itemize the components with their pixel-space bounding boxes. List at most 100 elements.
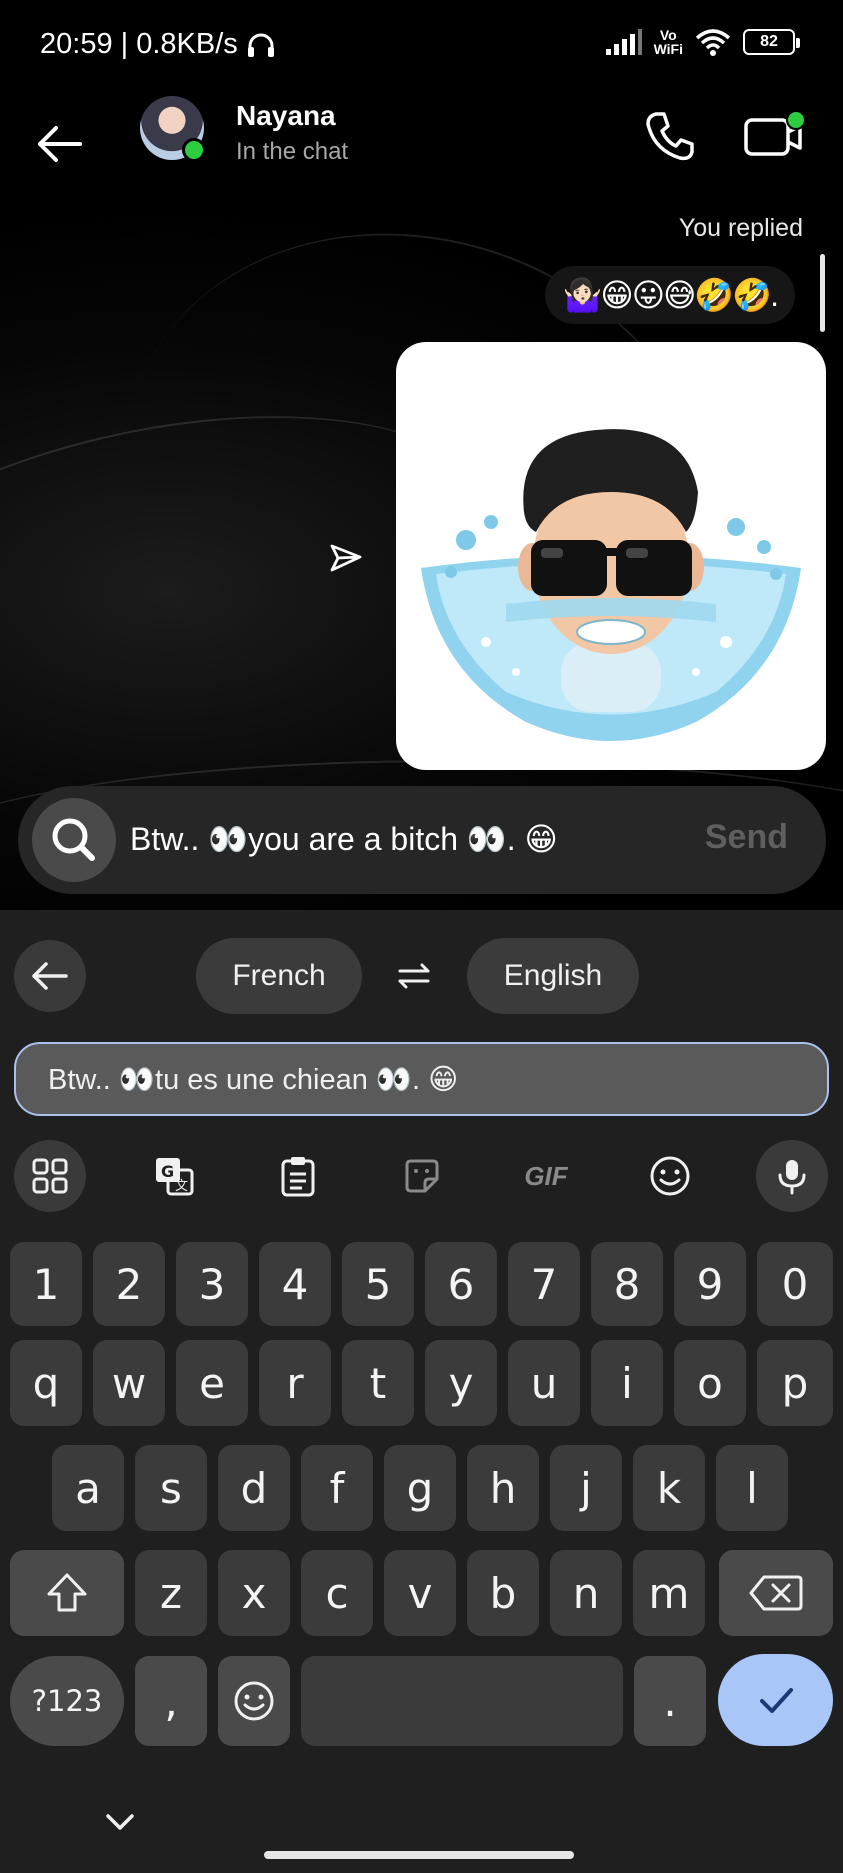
replied-message-bubble[interactable]: 🤷🏻‍♀️😁😛😅🤣🤣. [544,266,795,324]
key-t[interactable]: t [342,1340,414,1426]
key-y[interactable]: y [425,1340,497,1426]
key-6[interactable]: 6 [425,1242,497,1326]
key-n[interactable]: n [550,1550,622,1636]
status-bar: 20:59 | 0.8KB/s Vo WiFi 82 [0,0,843,96]
symbols-key[interactable]: ?123 [10,1656,124,1746]
home-indicator[interactable] [264,1851,574,1859]
search-button[interactable] [32,798,116,882]
key-5[interactable]: 5 [342,1242,414,1326]
key-u[interactable]: u [508,1340,580,1426]
emoji-button[interactable] [634,1140,706,1212]
target-language-button[interactable]: English [467,938,639,1014]
space-key[interactable] [301,1656,623,1746]
keyboard: French English Btw.. 👀tu es une chiean 👀… [0,910,843,1873]
key-h[interactable]: h [467,1445,539,1531]
key-j[interactable]: j [550,1445,622,1531]
key-x[interactable]: x [218,1550,290,1636]
clipboard-icon [281,1157,315,1197]
translation-input[interactable]: Btw.. 👀tu es une chiean 👀. 😁 [14,1042,829,1116]
sticker-message[interactable] [396,342,826,770]
enter-key[interactable] [718,1654,833,1746]
battery-indicator: 82 [743,29,800,55]
key-g[interactable]: g [384,1445,456,1531]
video-call-icon[interactable] [742,106,808,166]
source-language-button[interactable]: French [196,938,362,1014]
phone-icon[interactable] [640,106,700,166]
clipboard-button[interactable] [262,1140,334,1212]
emoji-key[interactable] [218,1656,290,1746]
key-c[interactable]: c [301,1550,373,1636]
chat-area[interactable]: You replied 🤷🏻‍♀️😁😛😅🤣🤣. [0,200,843,910]
status-time-text: 20:59 | 0.8KB/s [40,28,238,60]
search-icon [52,818,95,861]
mic-icon [778,1160,806,1195]
signal-icon [605,29,642,55]
key-p[interactable]: p [757,1340,833,1426]
key-8[interactable]: 8 [591,1242,663,1326]
key-z[interactable]: z [135,1550,207,1636]
gif-button[interactable]: GIF [510,1140,582,1212]
you-replied-label: You replied [678,214,803,242]
backspace-key[interactable] [719,1550,833,1636]
vowifi-top: Vo [659,27,677,43]
key-9[interactable]: 9 [674,1242,746,1326]
translate-icon: G 文 [156,1158,194,1196]
key-o[interactable]: o [674,1340,746,1426]
translate-button[interactable]: G 文 [138,1140,210,1212]
battery-level: 82 [760,33,778,50]
vowifi-indicator: Vo WiFi [654,28,683,56]
contact-status: In the chat [236,138,349,165]
key-m[interactable]: m [633,1550,705,1636]
translator-back-button[interactable] [14,940,86,1012]
key-a[interactable]: a [52,1445,124,1531]
source-language-label: French [232,959,326,992]
translation-text: Btw.. 👀tu es une chiean 👀. 😁 [48,1063,459,1096]
key-v[interactable]: v [384,1550,456,1636]
gif-icon: GIF [524,1160,568,1191]
key-k[interactable]: k [633,1445,705,1531]
key-d[interactable]: d [218,1445,290,1531]
key-w[interactable]: w [93,1340,165,1426]
status-time: 20:59 | 0.8KB/s [40,28,276,61]
emoji-icon [650,1156,690,1196]
send-button[interactable]: Send [705,818,788,857]
message-composer[interactable]: Btw.. 👀you are a bitch 👀. 😁 Send [18,786,826,894]
chevron-down-icon[interactable] [100,1808,140,1838]
key-i[interactable]: i [591,1340,663,1426]
contact-name[interactable]: Nayana [236,100,336,132]
comma-key[interactable]: , [135,1656,207,1746]
shift-icon [47,1573,87,1612]
swap-languages-icon[interactable] [392,954,436,998]
wifi-icon [695,29,731,56]
headphones-icon [247,33,274,57]
bitmoji-sticker-image [421,429,801,741]
share-icon[interactable] [328,540,364,576]
sticker-button[interactable] [386,1140,458,1212]
scrollbar[interactable] [820,254,825,332]
key-2[interactable]: 2 [93,1242,165,1326]
key-3[interactable]: 3 [176,1242,248,1326]
svg-text:文: 文 [175,1179,188,1194]
emoji-icon [234,1681,274,1721]
key-q[interactable]: q [10,1340,82,1426]
key-e[interactable]: e [176,1340,248,1426]
key-l[interactable]: l [716,1445,788,1531]
key-f[interactable]: f [301,1445,373,1531]
key-1[interactable]: 1 [10,1242,82,1326]
back-arrow-icon[interactable] [30,114,90,174]
key-b[interactable]: b [467,1550,539,1636]
sticker-icon [405,1159,439,1193]
key-r[interactable]: r [259,1340,331,1426]
apps-grid-button[interactable] [14,1140,86,1212]
key-4[interactable]: 4 [259,1242,331,1326]
voice-input-button[interactable] [756,1140,828,1212]
key-0[interactable]: 0 [757,1242,833,1326]
apps-grid-icon [32,1158,68,1194]
message-input[interactable]: Btw.. 👀you are a bitch 👀. 😁 [130,820,558,858]
checkmark-icon [759,1688,793,1713]
period-key[interactable]: . [634,1656,706,1746]
shift-key[interactable] [10,1550,124,1636]
key-s[interactable]: s [135,1445,207,1531]
key-7[interactable]: 7 [508,1242,580,1326]
back-arrow-icon [32,962,68,990]
